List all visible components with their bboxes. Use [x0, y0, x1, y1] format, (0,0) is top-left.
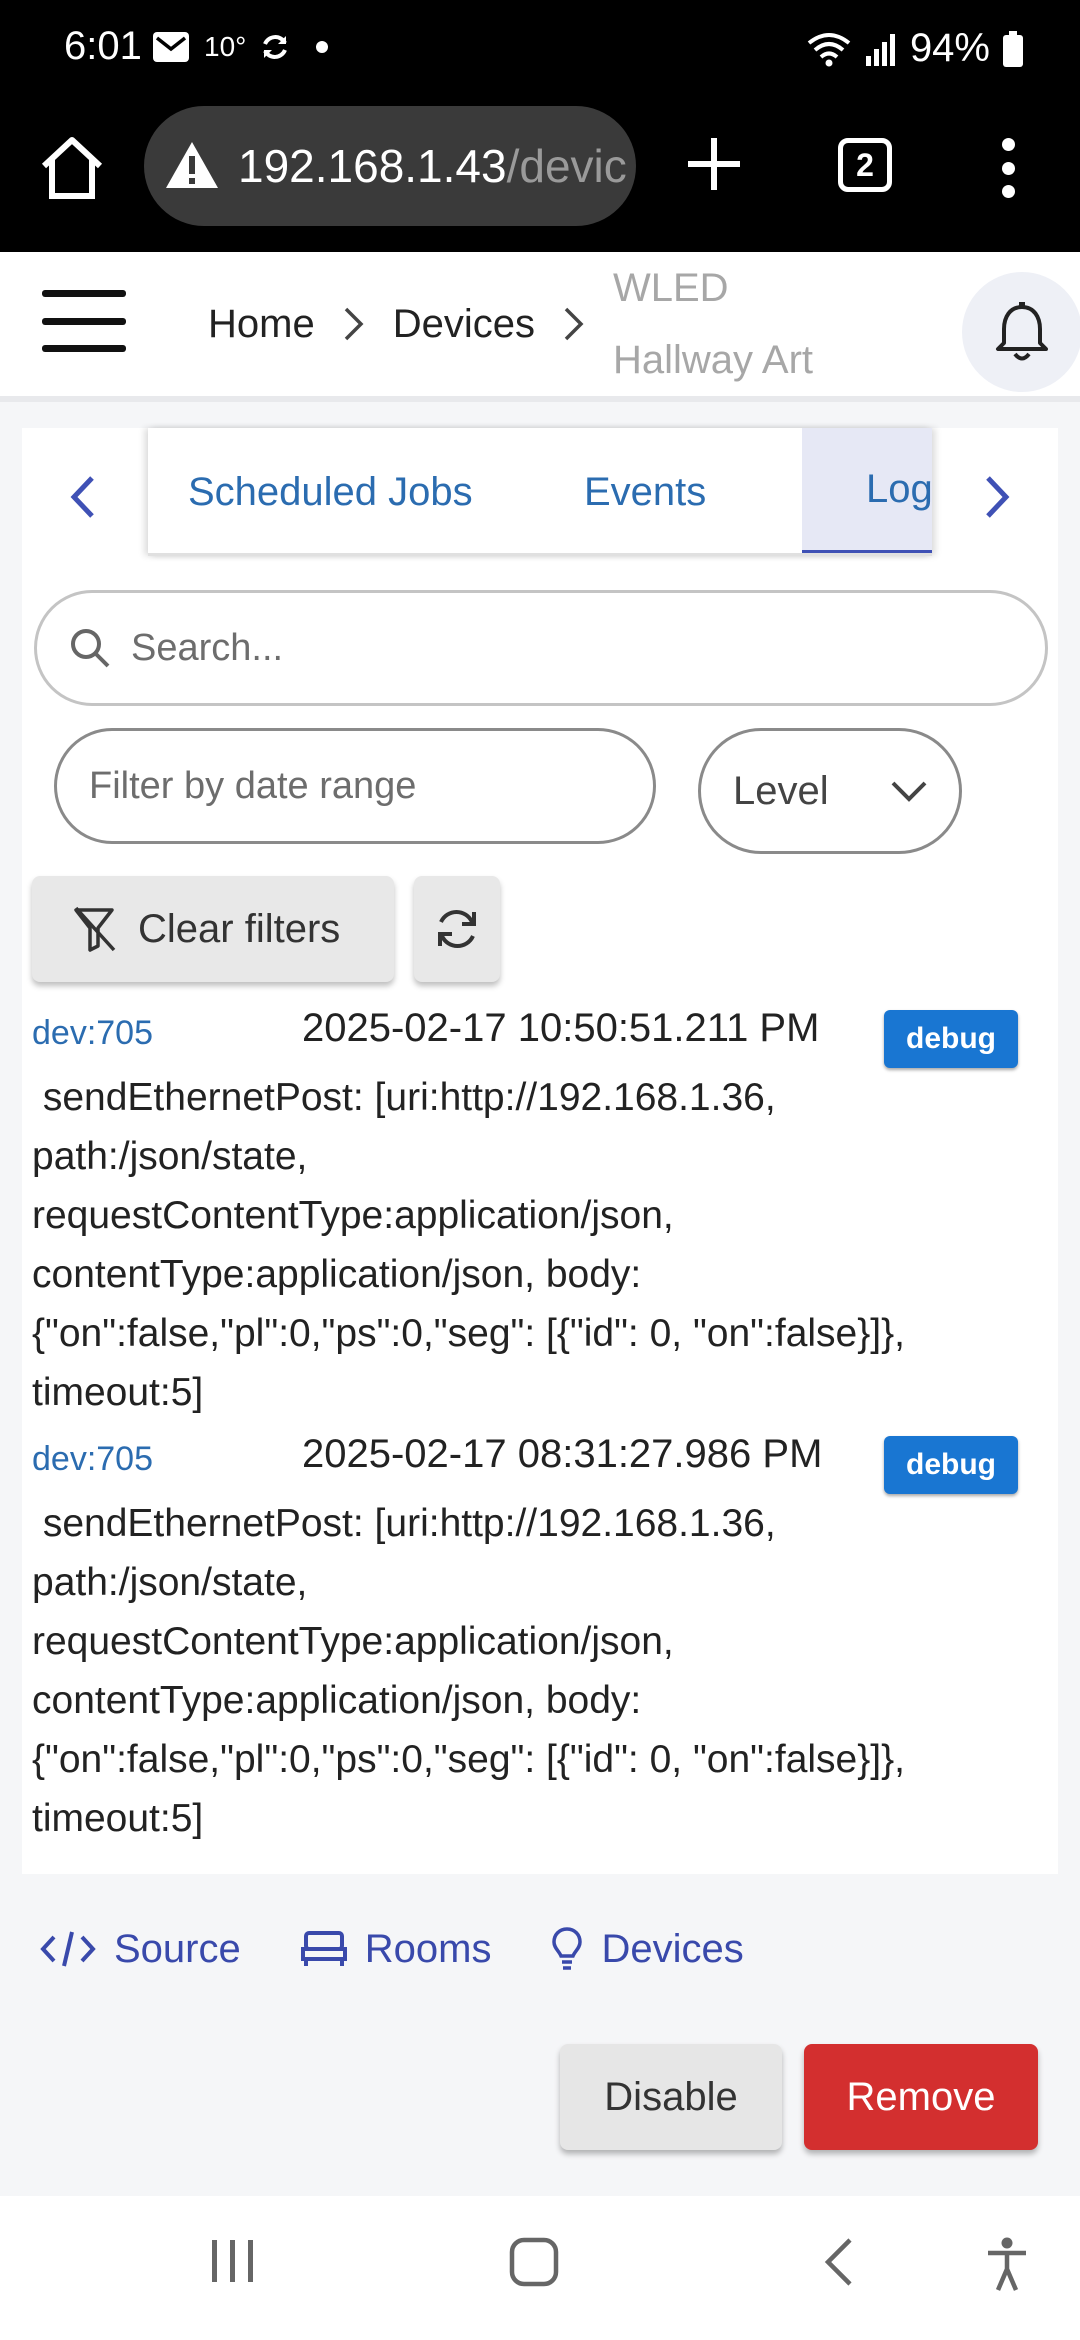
- devices-link[interactable]: Devices: [551, 1926, 744, 1972]
- clear-filters-button[interactable]: Clear filters: [32, 876, 394, 982]
- url-host: 192.168.1.43: [238, 140, 507, 192]
- log-message: sendEthernetPost: [uri:http://192.168.1.…: [32, 1076, 905, 1414]
- breadcrumb: Home Devices WLED Hallway Art: [208, 252, 833, 396]
- log-timestamp: 2025-02-17 10:50:51.211 PM: [302, 1006, 820, 1050]
- breadcrumb-home[interactable]: Home: [208, 302, 315, 347]
- bell-icon: [996, 302, 1048, 361]
- chevron-down-icon: [891, 781, 927, 802]
- clear-filters-label: Clear filters: [138, 906, 341, 951]
- battery-percent: 94%: [909, 26, 990, 70]
- source-link[interactable]: Source: [40, 1927, 241, 1972]
- rooms-link-label: Rooms: [364, 1926, 492, 1971]
- search-field[interactable]: [34, 590, 1048, 706]
- log-message: sendEthernetPost: [uri:http://192.168.1.…: [32, 1502, 905, 1840]
- chevron-right-icon: [564, 307, 584, 341]
- footer-links: Source Rooms Devices: [40, 1926, 804, 1972]
- address-bar[interactable]: 192.168.1.43/devic: [144, 106, 636, 226]
- breadcrumb-current: WLED Hallway Art: [613, 252, 833, 396]
- search-icon: [71, 629, 110, 668]
- more-vert-icon[interactable]: [996, 138, 1020, 198]
- sync-icon: [263, 35, 288, 59]
- breadcrumb-current-line1: WLED: [612, 266, 729, 310]
- filter-off-icon: [74, 906, 116, 952]
- chevron-right-icon: [344, 307, 364, 341]
- recent-apps-icon[interactable]: [208, 2236, 258, 2286]
- wifi-icon: [807, 32, 851, 66]
- refresh-button[interactable]: [414, 876, 500, 982]
- date-range-input[interactable]: [89, 764, 609, 808]
- status-time: 6:01: [64, 24, 142, 68]
- search-input[interactable]: [131, 626, 991, 670]
- chevron-left-icon[interactable]: [62, 472, 102, 522]
- log-level-badge: debug: [884, 1436, 1018, 1494]
- notifications-button[interactable]: [962, 272, 1080, 392]
- url-path: /devic: [506, 140, 627, 192]
- log-source[interactable]: dev:705: [32, 1440, 153, 1479]
- log-source[interactable]: dev:705: [32, 1014, 153, 1053]
- tabs-scroller: Scheduled Jobs Events Log: [148, 428, 932, 556]
- back-icon[interactable]: [820, 2236, 856, 2288]
- log-entry: dev:705 2025-02-17 08:31:27.986 PM debug…: [32, 1432, 1042, 1852]
- source-link-label: Source: [114, 1926, 241, 1971]
- devices-link-label: Devices: [601, 1926, 744, 1971]
- tab-count: 2: [856, 146, 874, 183]
- home-icon[interactable]: [38, 134, 106, 202]
- battery-icon: [1003, 30, 1023, 67]
- log-entry: dev:705 2025-02-17 10:50:51.211 PM debug…: [32, 1006, 1042, 1426]
- refresh-icon: [438, 909, 476, 949]
- tab-log[interactable]: Log: [802, 428, 932, 553]
- chevron-right-icon[interactable]: [978, 472, 1018, 522]
- device-log-card: Scheduled Jobs Events Log Level Clear fi…: [22, 428, 1058, 1874]
- tab-bar: Scheduled Jobs Events Log: [22, 428, 1058, 556]
- log-timestamp: 2025-02-17 08:31:27.986 PM: [302, 1432, 823, 1476]
- tab-scheduled-jobs[interactable]: Scheduled Jobs: [188, 428, 473, 553]
- code-icon: [40, 1931, 96, 1967]
- warning-icon[interactable]: [164, 138, 220, 194]
- breadcrumb-devices[interactable]: Devices: [393, 302, 535, 347]
- level-select[interactable]: Level: [698, 728, 962, 854]
- remove-button[interactable]: Remove: [804, 2044, 1038, 2150]
- tab-events[interactable]: Events: [584, 428, 706, 553]
- bed-icon: [300, 1931, 347, 1966]
- system-nav-bar: [0, 2196, 1080, 2340]
- level-select-label: Level: [733, 768, 829, 813]
- breadcrumb-current-line2: Hallway Art: [612, 338, 814, 382]
- mail-icon: [153, 32, 189, 62]
- status-temperature: 10°: [204, 31, 247, 62]
- url-text[interactable]: 192.168.1.43/devic: [238, 139, 627, 193]
- home-nav-icon[interactable]: [508, 2236, 560, 2288]
- tabs-button[interactable]: 2: [838, 138, 892, 192]
- app-header: Home Devices WLED Hallway Art: [0, 252, 1080, 402]
- lightbulb-icon: [552, 1927, 583, 1970]
- status-bar: 6:01 10° 94%: [0, 0, 1080, 104]
- disable-button[interactable]: Disable: [560, 2044, 782, 2150]
- notification-dot-icon: [316, 41, 329, 53]
- signal-icon: [865, 33, 895, 66]
- accessibility-icon[interactable]: [984, 2236, 1030, 2292]
- date-range-field[interactable]: [54, 728, 656, 844]
- rooms-link[interactable]: Rooms: [300, 1926, 492, 1972]
- browser-toolbar: 192.168.1.43/devic 2: [0, 104, 1080, 252]
- log-level-badge: debug: [884, 1010, 1018, 1068]
- plus-icon[interactable]: [684, 134, 744, 194]
- menu-icon[interactable]: [42, 290, 126, 352]
